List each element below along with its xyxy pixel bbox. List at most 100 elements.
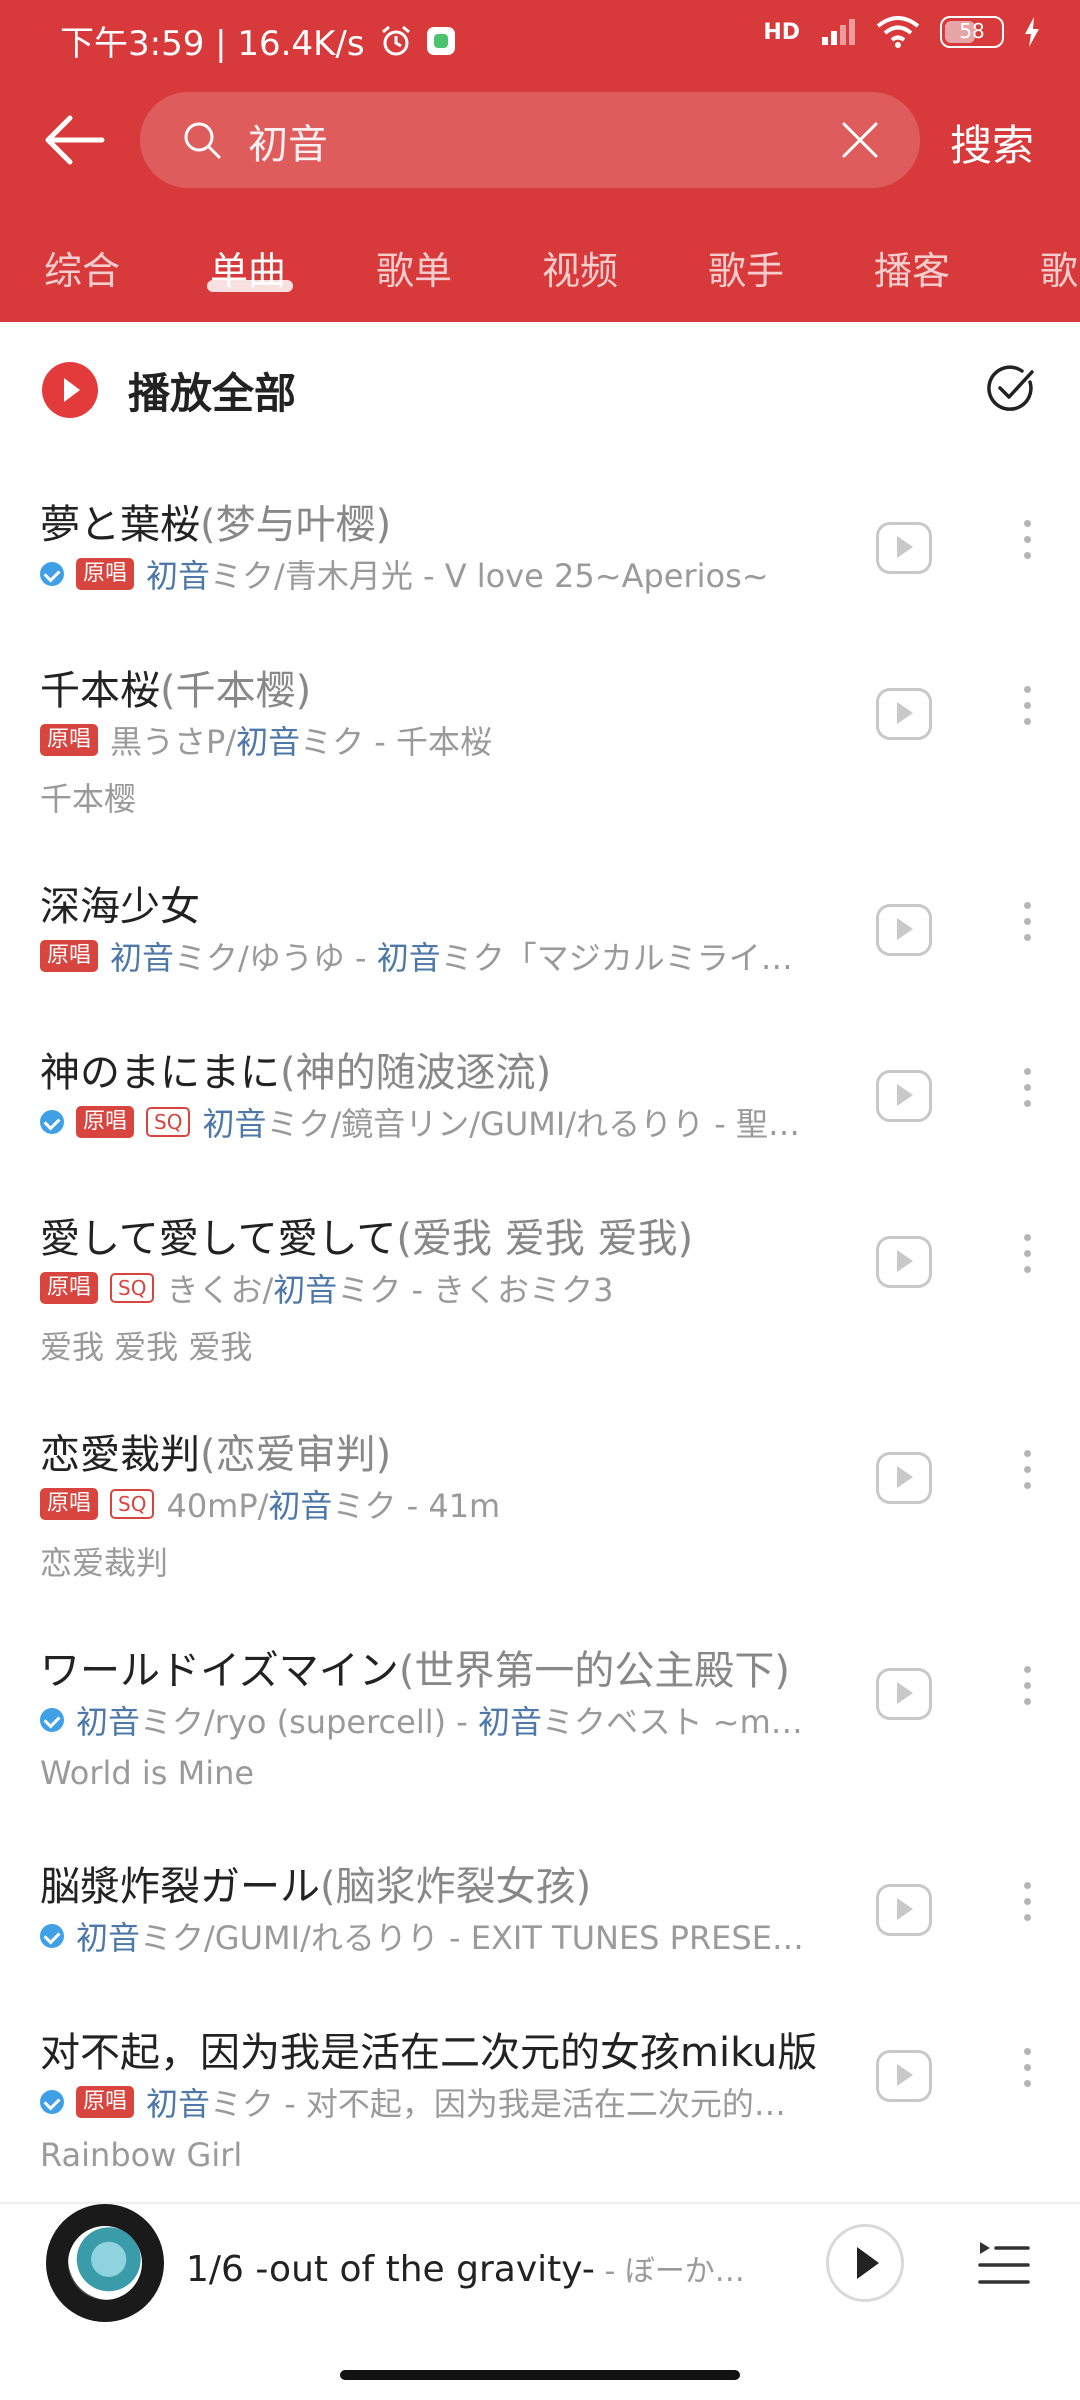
- song-title: 千本桜(千本樱): [40, 658, 840, 716]
- more-options-icon[interactable]: [1020, 1450, 1034, 1500]
- tab-playlists[interactable]: 歌单: [376, 240, 452, 295]
- album-cover[interactable]: [46, 2204, 164, 2322]
- home-indicator[interactable]: [340, 2370, 740, 2380]
- artist-text-part: 初音: [76, 1919, 141, 1956]
- song-meta: 原唱 SQ 40mP/初音ミク - 41m: [40, 1484, 830, 1524]
- multi-select-icon[interactable]: [984, 362, 1038, 416]
- song-title-alias: (梦与叶樱): [200, 502, 392, 548]
- song-row[interactable]: 恋愛裁判(恋爱审判) 原唱 SQ 40mP/初音ミク - 41m 恋爱裁判: [0, 1392, 1080, 1608]
- active-tab-indicator: [207, 280, 293, 292]
- app-notification-icon: [426, 26, 455, 55]
- more-options-icon[interactable]: [1020, 902, 1034, 952]
- song-title-text: 千本桜: [40, 668, 160, 714]
- song-title: ワールドイズマイン(世界第一的公主殿下): [40, 1638, 840, 1696]
- now-playing-title: 1/6 -out of the gravity-: [186, 2249, 595, 2290]
- song-title: 愛して愛して愛して(爱我 爱我 爱我): [40, 1206, 840, 1264]
- song-title-text: 愛して愛して愛して: [40, 1216, 397, 1262]
- play-video-icon[interactable]: [876, 1668, 932, 1720]
- more-options-icon[interactable]: [1020, 1882, 1034, 1932]
- more-options-icon[interactable]: [1020, 520, 1034, 570]
- song-artist-album: 初音ミク - 对不起，因为我是活在二次元的…: [146, 2082, 786, 2122]
- artist-text-part: 初音: [236, 723, 301, 760]
- mini-play-button[interactable]: [826, 2224, 904, 2302]
- song-meta: 原唱 初音ミク/ゆうゆ - 初音ミク「マジカルミライ…: [40, 936, 830, 976]
- song-title-alias: (世界第一的公主殿下): [398, 1648, 791, 1694]
- song-title-text: 夢と葉桜: [40, 502, 200, 548]
- play-video-icon[interactable]: [876, 2050, 932, 2102]
- play-video-icon[interactable]: [876, 904, 932, 956]
- play-video-icon[interactable]: [876, 1884, 932, 1936]
- artist-text-part: きくお/: [166, 1271, 274, 1308]
- song-list: 夢と葉桜(梦与叶樱) 原唱 初音ミク/青木月光 - V love 25~Aperio…: [0, 462, 1080, 2206]
- search-submit-button[interactable]: 搜索: [950, 112, 1034, 173]
- artist-text-part: ミク - 对不起，因为我是活在二次元的…: [210, 2085, 786, 2122]
- tab-videos[interactable]: 视频: [542, 240, 618, 295]
- artist-text-part: 黒うさP/: [110, 723, 237, 760]
- song-row[interactable]: 愛して愛して愛して(爱我 爱我 爱我) 原唱 SQ きくお/初音ミク - きくおミク3…: [0, 1176, 1080, 1392]
- mini-player[interactable]: 1/6 -out of the gravity- - ぼーか…: [0, 2202, 1080, 2334]
- artist-text-part: ミク/ryo (supercell) -: [140, 1703, 478, 1740]
- artist-text-part: ミク/青木月光 - V love 25~Aperios~: [210, 557, 769, 594]
- artist-text-part: ミク - 41m: [332, 1487, 501, 1524]
- search-row: 初音 搜索: [0, 92, 1080, 188]
- alarm-icon: [381, 25, 410, 55]
- more-options-icon[interactable]: [1020, 1666, 1034, 1716]
- artist-text-part: 初音: [376, 939, 441, 976]
- song-row[interactable]: 深海少女 原唱 初音ミク/ゆうゆ - 初音ミク「マジカルミライ…: [0, 844, 1080, 1010]
- play-video-icon[interactable]: [876, 1236, 932, 1288]
- now-playing-text[interactable]: 1/6 -out of the gravity- - ぼーか…: [186, 2246, 776, 2290]
- play-all-bar: 播放全部: [0, 322, 1080, 462]
- song-artist-album: 初音ミク/ゆうゆ - 初音ミク「マジカルミライ…: [110, 936, 793, 976]
- song-artist-album: 初音ミク/鏡音リン/GUMI/れるりり - 聖…: [202, 1102, 800, 1142]
- song-title-alias: (神的随波逐流): [280, 1050, 552, 1096]
- more-options-icon[interactable]: [1020, 1068, 1034, 1118]
- song-title-alias: (千本樱): [160, 668, 312, 714]
- play-video-icon[interactable]: [876, 1452, 932, 1504]
- more-options-icon[interactable]: [1020, 686, 1034, 736]
- song-meta: 初音ミク/ryo (supercell) - 初音ミクベスト ~m…: [40, 1700, 830, 1740]
- song-lyric-match: 恋爱裁判: [40, 1544, 169, 1582]
- song-meta: 原唱 初音ミク/青木月光 - V love 25~Aperios~: [40, 554, 830, 594]
- song-title-text: 神のまにまに: [40, 1050, 280, 1096]
- tab-comprehensive[interactable]: 综合: [44, 240, 120, 295]
- verified-icon: [40, 1708, 64, 1732]
- wifi-icon: [876, 16, 920, 48]
- original-badge: 原唱: [76, 2086, 135, 2118]
- song-title: 深海少女: [40, 874, 840, 932]
- artist-text-part: 40mP/: [166, 1487, 269, 1524]
- artist-text-part: 初音: [110, 939, 175, 976]
- clear-search-icon[interactable]: [840, 120, 880, 160]
- song-artist-album: きくお/初音ミク - きくおミク3: [166, 1268, 613, 1308]
- song-lyric-match: 爱我 爱我 爱我: [40, 1328, 253, 1366]
- playlist-icon[interactable]: [976, 2238, 1032, 2288]
- more-options-icon[interactable]: [1020, 2048, 1034, 2098]
- song-row[interactable]: ワールドイズマイン(世界第一的公主殿下) 初音ミク/ryo (supercell)…: [0, 1608, 1080, 1824]
- play-video-icon[interactable]: [876, 1070, 932, 1122]
- song-row[interactable]: 千本桜(千本樱) 原唱 黒うさP/初音ミク - 千本桜 千本樱: [0, 628, 1080, 844]
- artist-text-part: 初音: [268, 1487, 333, 1524]
- status-time-speed: 下午3:59 | 16.4K/s: [60, 24, 365, 64]
- original-badge: 原唱: [40, 724, 99, 756]
- tab-podcasts[interactable]: 播客: [874, 240, 950, 295]
- song-row[interactable]: 对不起，因为我是活在二次元的女孩miku版原唱 初音ミク - 对不起，因为我是活在…: [0, 1990, 1080, 2206]
- play-video-icon[interactable]: [876, 522, 932, 574]
- song-row[interactable]: 夢と葉桜(梦与叶樱) 原唱 初音ミク/青木月光 - V love 25~Aperio…: [0, 462, 1080, 628]
- song-row[interactable]: 脳漿炸裂ガール(脑浆炸裂女孩) 初音ミク/GUMI/れるりり - EXIT TUN…: [0, 1824, 1080, 1990]
- header: 下午3:59 | 16.4K/s HD 58 初音 搜索 综合 单曲 歌单 视频…: [0, 0, 1080, 322]
- search-input[interactable]: 初音: [140, 92, 920, 188]
- song-lyric-match: 千本樱: [40, 780, 137, 818]
- tab-artists[interactable]: 歌手: [708, 240, 784, 295]
- song-title: 对不起，因为我是活在二次元的女孩miku版: [40, 2020, 840, 2078]
- artist-text-part: ミク「マジカルミライ…: [440, 939, 793, 976]
- song-title-text: 对不起，因为我是活在二次元的女孩miku版: [40, 2030, 818, 2076]
- search-icon: [184, 122, 221, 159]
- artist-text-part: ミク/鏡音リン/GUMI/れるりり - 聖…: [266, 1105, 800, 1142]
- play-all-icon[interactable]: [42, 362, 98, 418]
- more-options-icon[interactable]: [1020, 1234, 1034, 1284]
- song-row[interactable]: 神のまにまに(神的随波逐流) 原唱 SQ 初音ミク/鏡音リン/GUMI/れるりり - …: [0, 1010, 1080, 1176]
- play-video-icon[interactable]: [876, 688, 932, 740]
- artist-text-part: 初音: [202, 1105, 267, 1142]
- back-arrow-icon[interactable]: [40, 108, 110, 172]
- play-all-button[interactable]: 播放全部: [128, 360, 296, 421]
- tab-lyrics-partial[interactable]: 歌: [1040, 240, 1078, 295]
